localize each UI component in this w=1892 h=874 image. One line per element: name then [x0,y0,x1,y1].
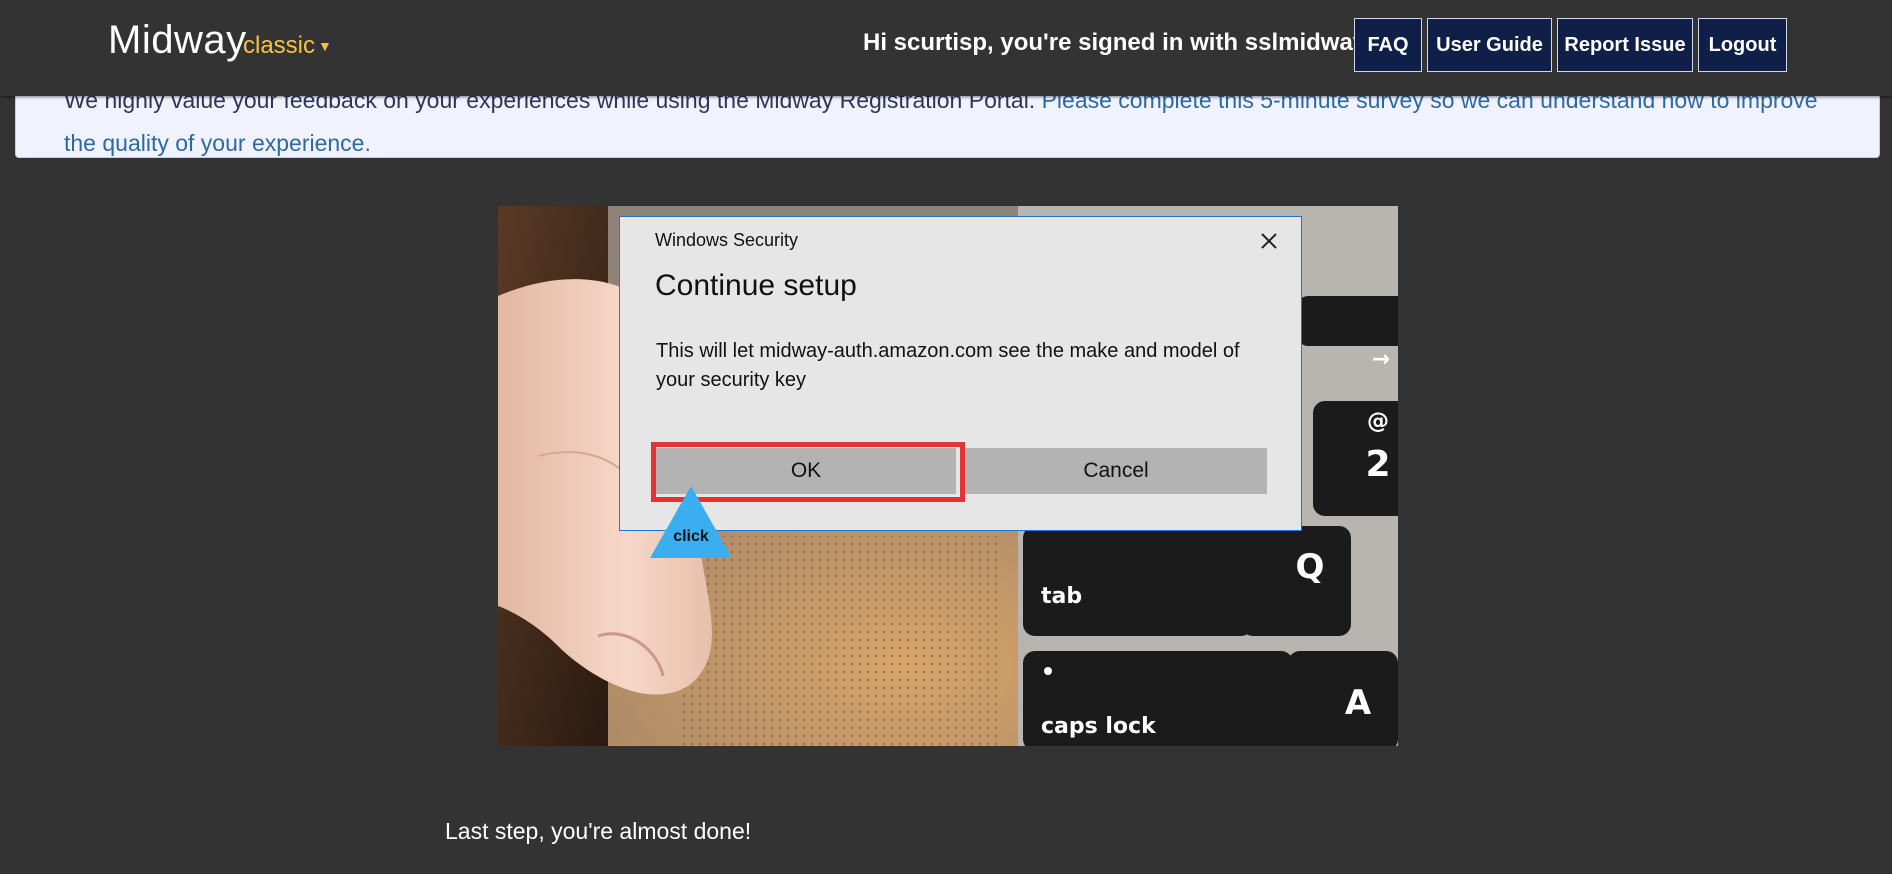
close-icon[interactable] [1257,229,1281,253]
cancel-button[interactable]: Cancel [965,448,1267,494]
top-navbar: Midway classic ▼ Hi scurtisp, you're sig… [0,0,1892,96]
report-issue-button[interactable]: Report Issue [1557,18,1693,72]
dialog-message: This will let midway-auth.amazon.com see… [656,340,1240,391]
brand-logo[interactable]: Midway [108,18,247,63]
user-guide-button[interactable]: User Guide [1427,18,1552,72]
caret-down-icon[interactable]: ▼ [318,38,332,54]
key-tab-label: tab [1041,584,1082,609]
click-hint-label: click [673,528,709,545]
faq-button[interactable]: FAQ [1354,18,1422,72]
dialog-title: Windows Security [655,230,799,250]
brand-variant-dropdown[interactable]: classic [243,32,315,60]
last-step-text: Last step, you're almost done! [445,818,752,844]
dialog-heading: Continue setup [655,269,857,302]
key-q-label: Q [1296,547,1325,587]
key-arrow-label: → [1372,347,1390,372]
user-greeting: Hi scurtisp, you're signed in with sslmi… [863,29,1367,56]
click-hint-icon: click [650,486,732,558]
key-a-label: A [1345,683,1372,723]
logout-button[interactable]: Logout [1698,18,1787,72]
key-two-label: 2 [1365,444,1390,485]
key-at-label: @ [1367,409,1389,434]
key-caps-lock-label: caps lock [1041,714,1157,739]
